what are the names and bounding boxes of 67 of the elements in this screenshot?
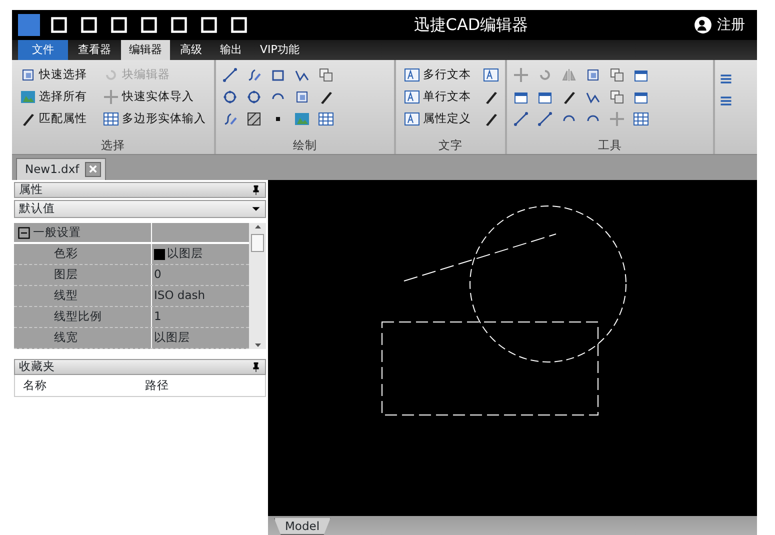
app-logo: [18, 14, 40, 36]
panel-title: 收藏夹: [19, 358, 55, 376]
category-label: 一般设置: [33, 224, 81, 241]
document-name: New1.dxf: [25, 160, 80, 178]
column-header[interactable]: 路径: [137, 376, 169, 394]
property-value: 0: [154, 266, 162, 284]
document-tab[interactable]: New1.dxf: [16, 158, 106, 180]
ribbon-button[interactable]: 选择所有: [18, 86, 89, 108]
copy-icon[interactable]: [609, 89, 625, 105]
layout-tab[interactable]: Model: [274, 518, 331, 535]
spline-icon[interactable]: [222, 111, 238, 127]
plus-icon: [103, 89, 119, 105]
scroll-down-icon: [254, 341, 262, 349]
text-icon: [404, 67, 420, 83]
line-icon[interactable]: [222, 67, 238, 83]
list-icon[interactable]: [719, 94, 733, 108]
property-value: 以图层: [167, 245, 203, 262]
property-name: 线宽: [14, 328, 152, 348]
circle-icon[interactable]: [222, 89, 238, 105]
dropdown-value: 默认值: [19, 200, 55, 218]
group-label: 工具: [597, 137, 623, 154]
menu-tab[interactable]: 查看器: [70, 40, 119, 60]
ribbon-button[interactable]: 多边形实体输入: [101, 108, 208, 130]
copy-icon[interactable]: [609, 67, 625, 83]
ribbon-button[interactable]: 快速实体导入: [101, 86, 208, 108]
ribbon-button[interactable]: 属性定义: [402, 108, 473, 130]
window-title: 迅捷CAD编辑器: [412, 14, 530, 36]
menu-tab[interactable]: 输出: [212, 40, 250, 60]
menu-tab[interactable]: 编辑器: [121, 40, 170, 60]
scrollbar[interactable]: [249, 223, 266, 349]
table-icon[interactable]: [318, 111, 334, 127]
scroll-up-icon: [254, 223, 262, 231]
pin-icon[interactable]: [251, 361, 261, 373]
ribbon-button[interactable]: 多行文本: [402, 64, 473, 86]
user-icon: [694, 16, 712, 34]
color-swatch: [154, 248, 165, 260]
group-label: 绘制: [292, 137, 318, 154]
menu-tab[interactable]: 高级: [172, 40, 210, 60]
property-name: 线型比例: [14, 307, 152, 327]
collapse-toggle-icon[interactable]: [18, 226, 30, 238]
hatch-icon[interactable]: [246, 111, 262, 127]
property-value: 1: [154, 308, 162, 326]
register-link[interactable]: 注册: [694, 14, 751, 36]
group-label: 选择: [100, 137, 126, 154]
pen-curve-icon[interactable]: [246, 67, 262, 83]
text-icon: [404, 111, 420, 127]
menu-tab[interactable]: VIP功能: [252, 40, 308, 60]
property-value: 以图层: [154, 329, 190, 346]
close-button[interactable]: [85, 162, 102, 177]
insert-block-icon[interactable]: [318, 67, 334, 83]
file-menu-button[interactable]: 文件: [18, 40, 68, 60]
pin-icon[interactable]: [251, 184, 261, 196]
ribbon-button[interactable]: 快速选择: [18, 64, 89, 86]
panel-title: 属性: [19, 181, 43, 198]
property-value: ISO dash: [154, 287, 206, 304]
list-icon[interactable]: [719, 72, 733, 86]
property-name: 线型: [14, 286, 152, 306]
text-icon: [404, 89, 420, 105]
dropdown[interactable]: 默认值: [14, 200, 266, 218]
close-icon: [88, 164, 98, 174]
ribbon-button[interactable]: 单行文本: [402, 86, 473, 108]
property-name: 图层: [14, 265, 152, 285]
ribbon-button[interactable]: 匹配属性: [18, 108, 89, 130]
property-name: 色彩: [14, 244, 152, 264]
column-header[interactable]: 名称: [15, 376, 137, 394]
scroll-thumb[interactable]: [251, 234, 264, 252]
group-label: 文字: [438, 137, 464, 154]
